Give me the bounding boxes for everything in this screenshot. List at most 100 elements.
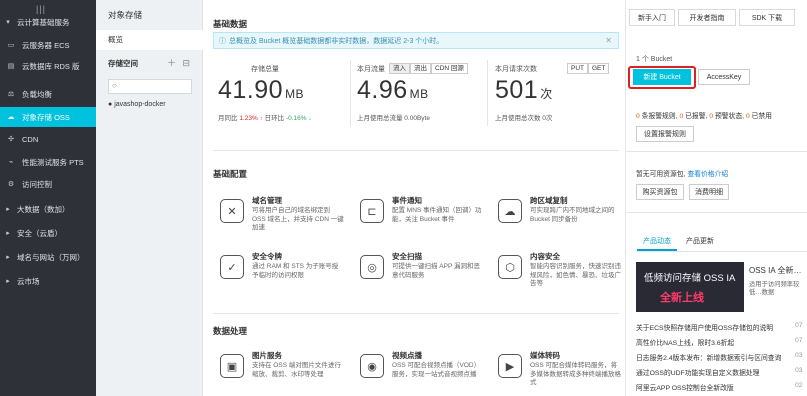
- divider: [350, 60, 351, 126]
- nav-item-6[interactable]: ⌁ 性能测试服务 PTS: [0, 152, 96, 172]
- feature-desc: OSS 可配合视频点播（VOD）服务，实现一站式音视频点播: [392, 362, 481, 378]
- nav-item-3[interactable]: ⚖ 负载均衡: [0, 84, 96, 104]
- feature-content[interactable]: ⬡ 内容安全智能内容识别服务，快速识别违规风险，如色情、暴恐、垃圾广告等: [494, 249, 624, 295]
- nav-item-1[interactable]: ▭ 云服务器 ECS: [0, 35, 96, 55]
- nav-item-5[interactable]: ✣ CDN: [0, 129, 96, 149]
- video-icon: ◉: [360, 354, 384, 378]
- bucket-item[interactable]: ● javashop-docker: [108, 101, 166, 108]
- bucket-tools: ＋ ⊟: [167, 56, 190, 69]
- consumption-detail-button[interactable]: 消费明细: [689, 184, 729, 200]
- requests-last-month: 上月使用总次数 0次: [495, 115, 553, 122]
- news-item[interactable]: 阿里云APP OSS控制台全新改版: [636, 382, 734, 392]
- set-alarm-button[interactable]: 设置报警规则: [636, 126, 694, 142]
- feature-desc: 支持在 OSS 端对图片文件进行缩放、裁剪、水印等处理: [252, 362, 341, 378]
- warning-label: 预警状态: [714, 113, 743, 120]
- caret-right-icon: ▸: [6, 254, 10, 261]
- feature-desc: 智能内容识别服务，快速识别违规风险，如色情、暴恐、垃圾广告等: [530, 263, 621, 287]
- feature-event[interactable]: ⊏ 事件通知 配置 MNS 事件通知（回调）功能，关注 Bucket 事件: [356, 193, 486, 239]
- tab-getting-started[interactable]: 新手入门: [629, 9, 675, 26]
- promo-banner[interactable]: 低频访问存储 OSS IA 全新上线: [636, 262, 744, 312]
- tab-product-news[interactable]: 产品动态: [643, 236, 671, 246]
- feature-token[interactable]: ✓ 安全令牌 通过 RAM 和 STS 为子账号授予临时的访问权限: [216, 249, 346, 295]
- add-bucket-icon[interactable]: ＋: [167, 58, 176, 68]
- caret-right-icon: ▸: [6, 206, 10, 213]
- news-date: 07: [795, 337, 803, 344]
- tab-cdn[interactable]: CDN 回源: [431, 63, 468, 74]
- alert-rules-label: 条报警规则: [641, 113, 676, 120]
- feature-domain[interactable]: ✕ 域名管理 可将用户自己的域名绑定到 OSS 域名上，并支持 CDN 一键加速: [216, 193, 346, 239]
- tab-put[interactable]: PUT: [567, 63, 588, 74]
- overview-item[interactable]: 概览: [96, 30, 203, 50]
- pts-icon: ⌁: [8, 159, 14, 166]
- feature-name: 事件通知: [392, 196, 422, 205]
- warning-count: 0: [709, 113, 714, 120]
- bucket-name: javashop-docker: [114, 101, 166, 108]
- alert-rules-count: 0: [636, 113, 640, 120]
- tab-product-updates[interactable]: 产品更新: [686, 236, 714, 246]
- accesskey-button[interactable]: AccessKey: [698, 69, 750, 85]
- nav-item-0[interactable]: ▾ 云计算基础服务: [0, 12, 96, 32]
- requests-number: 501: [495, 76, 539, 104]
- dod-label: 日环比: [264, 115, 285, 122]
- close-icon[interactable]: ✕: [605, 36, 612, 45]
- mom-value: 1.23%: [239, 115, 258, 122]
- caret-down-icon: ▾: [6, 19, 10, 26]
- storage-number: 41.90: [218, 76, 284, 104]
- news-item[interactable]: 高性价比NAS上线，限时3.6折起: [636, 337, 734, 347]
- traffic-number: 4.96: [357, 76, 408, 104]
- bucket-space-label: 存储空间: [108, 59, 138, 68]
- news-item[interactable]: 通过OSS的UDF功能实现自定义数据处理: [636, 367, 759, 377]
- buy-package-button[interactable]: 购买资源包: [636, 184, 684, 200]
- scan-icon: ◎: [360, 255, 384, 279]
- banner-side-title[interactable]: OSS IA 全新…: [749, 265, 801, 276]
- price-link[interactable]: 查看价格介绍: [687, 171, 728, 178]
- caret-right-icon: ▸: [6, 230, 10, 237]
- new-bucket-button[interactable]: 新建 Bucket: [633, 69, 691, 85]
- news-item[interactable]: 关于ECS快照存储用户使用OSS存储包的说明: [636, 322, 773, 332]
- nav-item-label: 云数据库 RDS 版: [22, 61, 80, 71]
- traffic-last-month: 上月使用总流量 0.00Byte: [357, 115, 430, 122]
- nav-item-10[interactable]: ▸ 域名与网站（万网）: [0, 247, 96, 267]
- feature-name: 内容安全: [530, 252, 560, 261]
- traffic-tabs: 流入 流出 CDN 回源: [389, 63, 468, 74]
- news-item[interactable]: 日志服务2.4版本发布：新增数据索引与区间查询: [636, 352, 781, 362]
- nav-item-4[interactable]: ☁ 对象存储 OSS: [0, 107, 96, 127]
- feature-desc: OSS 可配合媒体转码服务，将多媒体数据转成多种终端播放格式: [530, 362, 621, 386]
- section-divider: [213, 313, 619, 314]
- toggle-icon[interactable]: ⊟: [183, 58, 191, 68]
- tab-underline: [636, 251, 807, 252]
- content-icon: ⬡: [498, 255, 522, 279]
- nav-item-9[interactable]: ▸ 安全（云盾）: [0, 223, 96, 243]
- tab-get[interactable]: GET: [588, 63, 610, 74]
- feature-name: 媒体转码: [530, 351, 560, 360]
- balance-icon: ⚖: [7, 91, 15, 98]
- feature-media[interactable]: ▶ 媒体转码 OSS 可配合媒体转码服务，将多媒体数据转成多种终端播放格式: [494, 348, 624, 394]
- feature-desc: 可将用户自己的域名绑定到 OSS 域名上，并支持 CDN 一键加速: [252, 207, 344, 231]
- bucket-count: 1 个 Bucket: [636, 56, 673, 63]
- tab-inbound[interactable]: 流入: [389, 63, 410, 74]
- requests-label: 本月请求次数: [495, 66, 537, 73]
- feature-scan[interactable]: ◎ 安全扫描 可提供一键扫描 APP 漏洞和恶意代码服务: [356, 249, 486, 295]
- nav-item-label: 对象存储 OSS: [22, 112, 70, 122]
- nav-item-7[interactable]: ⚙ 访问控制: [0, 174, 96, 194]
- tab-sdk-download[interactable]: SDK 下载: [739, 9, 795, 26]
- image-icon: ▣: [220, 354, 244, 378]
- feature-image[interactable]: ▣ 图片服务 支持在 OSS 端对图片文件进行缩放、裁剪、水印等处理: [216, 348, 346, 394]
- bucket-search-input[interactable]: ○: [108, 79, 192, 94]
- nav-item-label: 云市场: [17, 276, 40, 286]
- feature-replication[interactable]: ☁ 跨区域复制 可实现跨广内不同地域之间的 Bucket 同步备份: [494, 193, 624, 239]
- nav-item-label: 云服务器 ECS: [22, 40, 70, 50]
- package-info: 暂无可用资源包, 查看价格介绍: [636, 168, 728, 178]
- nav-item-11[interactable]: ▸ 云市场: [0, 271, 96, 291]
- server-icon: ▭: [7, 42, 15, 49]
- feature-name: 安全扫描: [392, 252, 422, 261]
- feature-name: 视频点播: [392, 351, 422, 360]
- nav-item-2[interactable]: ▤ 云数据库 RDS 版: [0, 56, 96, 76]
- tab-outbound[interactable]: 流出: [410, 63, 431, 74]
- feature-video[interactable]: ◉ 视频点播 OSS 可配合视频点播（VOD）服务，实现一站式音视频点播: [356, 348, 486, 394]
- alerted-count: 0: [679, 113, 684, 120]
- nav-item-8[interactable]: ▸ 大数据（数加）: [0, 199, 96, 219]
- storage-unit: MB: [285, 87, 305, 101]
- nav-item-label: 域名与网站（万网）: [17, 252, 85, 262]
- tab-developer-guide[interactable]: 开发者指南: [678, 9, 736, 26]
